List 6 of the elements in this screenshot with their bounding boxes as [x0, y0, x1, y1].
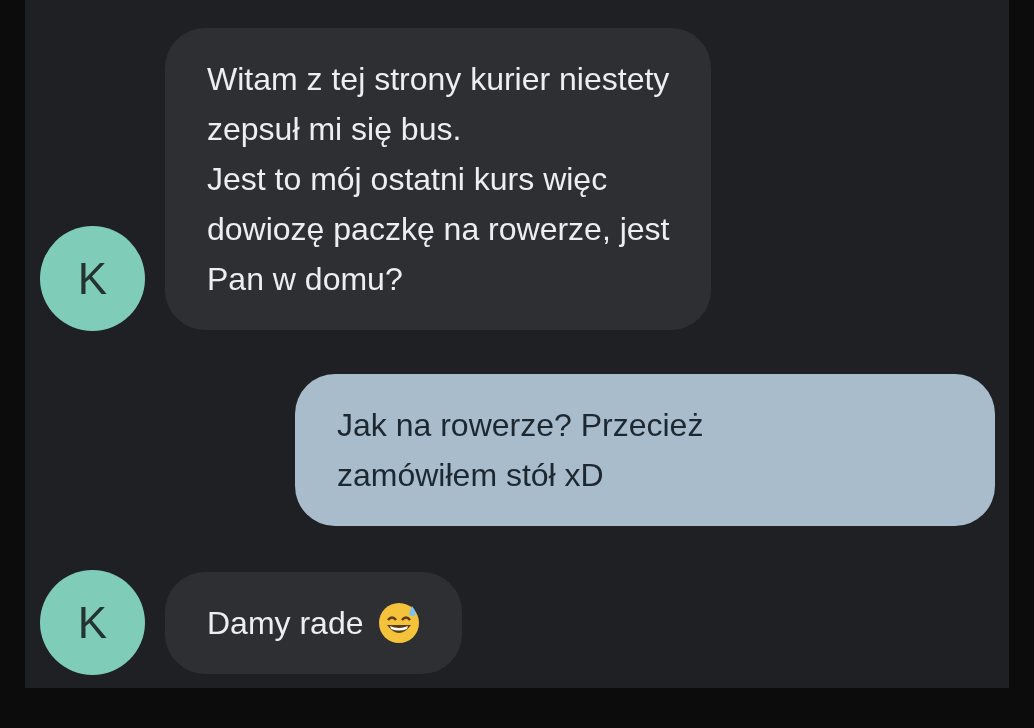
message-text: Jak na rowerze? Przecież zamówiłem stół xD	[337, 406, 704, 495]
message-text: Damy rade	[207, 604, 364, 643]
contact-avatar[interactable]: K	[40, 226, 145, 331]
message-text: Witam z tej strony kurier niestety zepsuł mi się bus. Jest to mój ostatni kurs więc dowiozę paczkę na rowerze, jest Pan w domu?	[207, 60, 670, 299]
grinning-sweat-emoji-icon	[377, 602, 420, 644]
contact-avatar[interactable]: K	[40, 570, 145, 675]
